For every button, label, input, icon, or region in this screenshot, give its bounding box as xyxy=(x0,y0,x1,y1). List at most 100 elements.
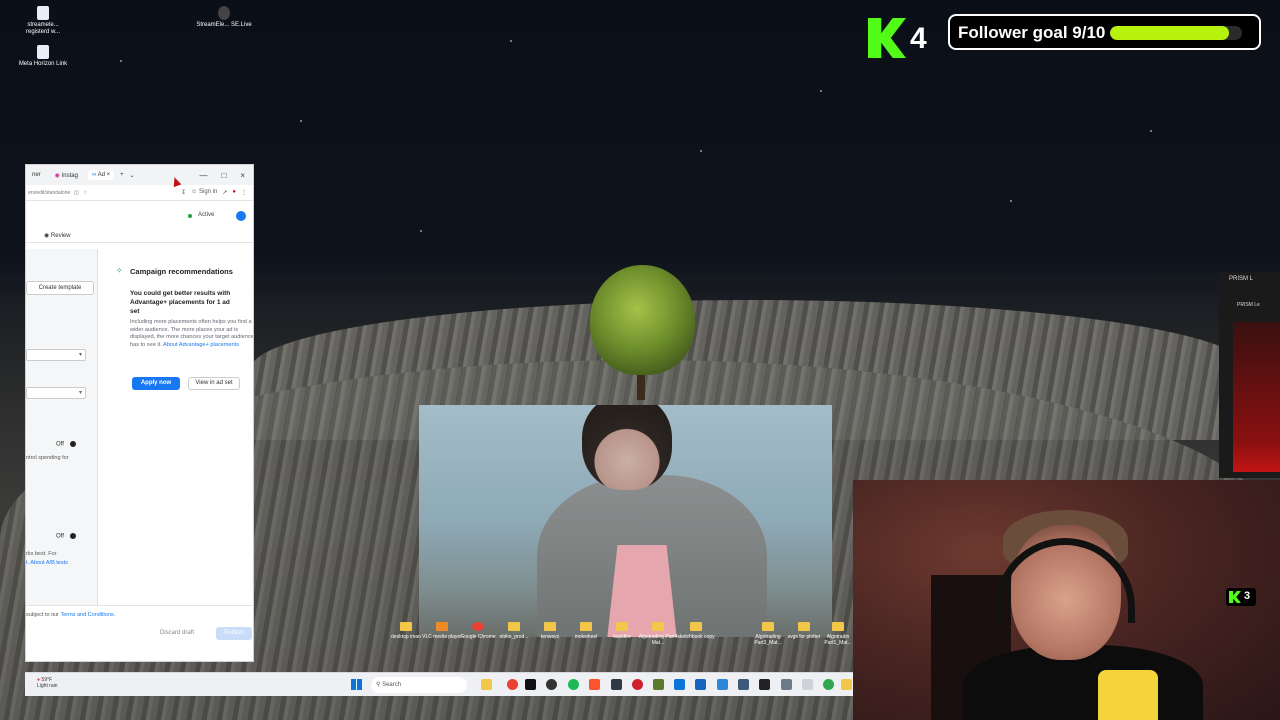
ab-test-toggle-row[interactable]: Off xyxy=(56,533,76,540)
app-icon[interactable] xyxy=(653,679,664,690)
taskbar: ● 59°F Light rain ⚲ Search xyxy=(25,672,853,696)
chrome-icon[interactable] xyxy=(507,679,518,690)
app-icon[interactable] xyxy=(695,679,706,690)
tree xyxy=(590,265,695,375)
kick-badge-count: 3 xyxy=(1244,590,1251,602)
file-explorer-icon[interactable] xyxy=(481,679,492,690)
prism-live-panel[interactable]: PRISM L PRISM Le xyxy=(1219,272,1280,478)
advantage-placements-link[interactable]: About Advantage+ placements xyxy=(163,342,239,348)
brave-icon[interactable] xyxy=(589,679,600,690)
folder-icon xyxy=(508,622,520,631)
minimize-icon[interactable]: — xyxy=(199,171,207,180)
dropdown-select-1[interactable] xyxy=(26,349,86,361)
capcut-icon[interactable] xyxy=(525,679,536,690)
follower-goal-label: Follower goal 9/10 xyxy=(958,23,1106,42)
folder-icon xyxy=(798,622,810,631)
url-text: ers/edit/standalone xyxy=(28,189,71,196)
spotify-icon[interactable] xyxy=(568,679,579,690)
apply-now-button[interactable]: Apply now xyxy=(132,377,180,390)
app-icon[interactable] xyxy=(759,679,770,690)
app-icon[interactable] xyxy=(611,679,622,690)
ab-test-description: rks best. For xyxy=(26,551,57,557)
maximize-icon[interactable]: □ xyxy=(221,171,226,180)
kick-badge: 3 xyxy=(1226,588,1256,606)
address-bar[interactable]: ers/edit/standalone ◫ ☆ ↧ ☺ Sign in ➚ ● … xyxy=(26,185,253,201)
desktop-icon[interactable]: tenways xyxy=(530,622,570,640)
close-tab-icon[interactable]: × xyxy=(107,172,111,178)
active-status-icon xyxy=(188,214,192,218)
desktop-icon[interactable]: backfire xyxy=(602,622,642,640)
app-icon[interactable] xyxy=(823,679,834,690)
recommendation-body: Including more placements often helps yo… xyxy=(130,319,254,348)
close-icon[interactable]: × xyxy=(240,171,245,180)
obs-icon[interactable] xyxy=(546,679,557,690)
desktop-icon[interactable]: VLC media player xyxy=(422,622,462,640)
review-bar: ◉ Review xyxy=(26,229,253,243)
desktop-icon[interactable]: desktop imao xyxy=(386,622,426,640)
browser-window[interactable]: ner ◉ Instag ∞ Ad × + ⌄ — □ × ers/edit/s… xyxy=(25,164,254,662)
menu-icon[interactable]: ⋮ xyxy=(241,189,247,196)
vlc-icon xyxy=(436,622,448,631)
extension-icon[interactable]: ◫ xyxy=(74,190,79,196)
desktop-icon-se-live[interactable]: StreamEle... SE.Live xyxy=(196,6,252,29)
campaign-toggle[interactable] xyxy=(236,211,246,221)
folder-icon xyxy=(652,622,664,631)
review-tab[interactable]: ◉ Review xyxy=(44,232,71,239)
desktop-icon[interactable]: ebike_prod... xyxy=(494,622,534,640)
search-icon: ⚲ xyxy=(376,682,381,688)
tab-instagram[interactable]: ◉ Instag xyxy=(51,170,82,181)
desktop-icon[interactable]: Algotrading Part4 Mat... xyxy=(638,622,678,646)
follower-goal-fill xyxy=(1110,26,1229,40)
recommendation-headline: You could get better results with Advant… xyxy=(130,290,231,315)
discard-draft-button[interactable]: Discard draft xyxy=(160,630,194,636)
desktop-icon[interactable]: sketchbook copy xyxy=(676,622,716,640)
desktop-icon-streamelements[interactable]: streamele... registerd w... xyxy=(15,6,71,36)
publish-button[interactable]: Publish xyxy=(216,627,252,640)
ab-test-toggle[interactable] xyxy=(69,533,76,539)
download-icon[interactable]: ↧ xyxy=(181,189,186,196)
sparkle-icon: ✧ xyxy=(116,266,123,275)
app-icon[interactable] xyxy=(802,679,813,690)
app-icon[interactable] xyxy=(738,679,749,690)
calculator-icon[interactable] xyxy=(717,679,728,690)
folder-icon xyxy=(580,622,592,631)
webcam-overlay xyxy=(853,480,1280,720)
budget-toggle-row[interactable]: Off xyxy=(56,441,76,448)
follower-goal-bar xyxy=(1110,26,1242,40)
profile-icon: ☺ xyxy=(191,189,198,195)
campaign-status-row: Active xyxy=(26,209,253,223)
terms-text: subject to our Terms and Conditions. xyxy=(26,612,116,618)
folder-icon xyxy=(762,622,774,631)
desktop-icon[interactable]: Algotrading Part3_Mat... xyxy=(748,622,788,646)
desktop-icon-meta-horizon-link[interactable]: Meta Horizon Link xyxy=(15,45,71,68)
tab-manager[interactable]: ner xyxy=(28,170,45,180)
desktop-icon[interactable]: Algotradin Part1_Mat... xyxy=(818,622,858,646)
share-icon[interactable]: ➚ xyxy=(222,189,227,196)
view-in-ad-set-button[interactable]: View in ad set xyxy=(188,377,240,390)
desktop-icon[interactable]: Google Chrome xyxy=(458,622,498,640)
bookmark-icon[interactable]: ☆ xyxy=(83,190,87,196)
weather-widget[interactable]: ● 59°F Light rain xyxy=(37,677,58,689)
windows-start-icon[interactable] xyxy=(351,679,362,690)
opera-icon[interactable] xyxy=(632,679,643,690)
vscode-icon[interactable] xyxy=(674,679,685,690)
folder-icon xyxy=(544,622,556,631)
chevron-down-icon[interactable]: ⌄ xyxy=(130,172,135,179)
new-tab-icon[interactable]: + xyxy=(120,172,124,178)
recommendations-title: Campaign recommendations xyxy=(130,267,233,276)
tab-ads[interactable]: ∞ Ad × xyxy=(87,170,115,180)
follower-goal-widget: Follower goal 9/10 xyxy=(948,14,1261,50)
terms-link[interactable]: Terms and Conditions. xyxy=(60,612,115,618)
desktop-icon[interactable]: mokwheel xyxy=(566,622,606,640)
extension-red-icon[interactable]: ● xyxy=(232,189,236,196)
meta-icon: ∞ xyxy=(91,172,97,178)
dropdown-select-2[interactable] xyxy=(26,387,86,399)
app-icon[interactable] xyxy=(841,679,852,690)
create-template-button[interactable]: Create template xyxy=(26,281,94,295)
ab-tests-link[interactable]: t. About A/B tests xyxy=(26,560,96,567)
sign-in-button[interactable]: ☺ Sign in xyxy=(191,189,217,196)
budget-toggle[interactable] xyxy=(69,441,76,447)
app-icon[interactable] xyxy=(781,679,792,690)
taskbar-search[interactable]: ⚲ Search xyxy=(371,677,467,693)
video-player[interactable] xyxy=(419,405,832,637)
